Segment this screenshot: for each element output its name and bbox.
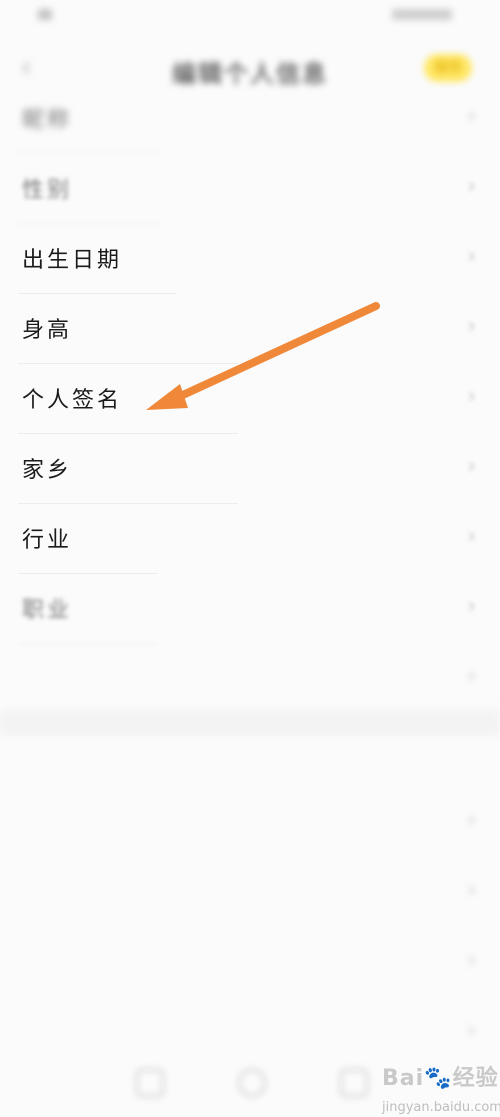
chevron-right-icon: › bbox=[467, 454, 476, 479]
row-birthday[interactable]: 出生日期 › bbox=[0, 224, 500, 294]
chevron-right-icon: › bbox=[467, 104, 476, 129]
chevron-right-icon: › bbox=[467, 244, 476, 269]
nav-back-icon[interactable] bbox=[136, 1069, 164, 1097]
chevron-right-icon: › bbox=[467, 878, 476, 903]
row-label: 个人签名 bbox=[22, 388, 123, 413]
nav-recent-icon[interactable] bbox=[340, 1069, 368, 1097]
row-secondary[interactable]: › bbox=[0, 788, 500, 858]
chevron-right-icon: › bbox=[467, 1018, 476, 1043]
status-left bbox=[38, 9, 58, 20]
chevron-right-icon: › bbox=[467, 948, 476, 973]
row-signature[interactable]: 个人签名 › bbox=[0, 364, 500, 434]
chevron-right-icon: › bbox=[467, 594, 476, 619]
chevron-right-icon: › bbox=[467, 174, 476, 199]
watermark-sub: jingyan.baidu.com bbox=[382, 1100, 500, 1115]
row-label: 出生日期 bbox=[22, 248, 123, 273]
row-nickname[interactable]: 昵称 › bbox=[0, 84, 500, 154]
row-label: 行业 bbox=[22, 528, 73, 553]
row-label: 家乡 bbox=[22, 458, 73, 483]
row-secondary[interactable]: › bbox=[0, 858, 500, 928]
row-industry[interactable]: 行业 › bbox=[0, 504, 500, 574]
nav-home-icon[interactable] bbox=[238, 1069, 266, 1097]
signal-icon bbox=[38, 9, 52, 20]
row-label: 职业 bbox=[22, 598, 73, 623]
row-extra[interactable]: › bbox=[0, 644, 500, 714]
baidu-watermark: Bai🐾经验 jingyan.baidu.com bbox=[382, 1060, 500, 1117]
section-divider bbox=[0, 710, 500, 736]
chevron-right-icon: › bbox=[467, 384, 476, 409]
save-button[interactable]: 保存 bbox=[424, 54, 472, 82]
row-occupation[interactable]: 职业 › bbox=[0, 574, 500, 644]
battery-icon bbox=[392, 9, 452, 20]
row-height[interactable]: 身高 › bbox=[0, 294, 500, 364]
chevron-right-icon: › bbox=[467, 664, 476, 689]
row-hometown[interactable]: 家乡 › bbox=[0, 434, 500, 504]
watermark-suffix: 经验 bbox=[452, 1066, 499, 1091]
chevron-right-icon: › bbox=[467, 808, 476, 833]
paw-icon: 🐾 bbox=[424, 1066, 453, 1091]
row-label: 性别 bbox=[22, 178, 73, 203]
row-label: 昵称 bbox=[22, 108, 73, 133]
row-gender[interactable]: 性别 › bbox=[0, 154, 500, 224]
chevron-right-icon: › bbox=[467, 314, 476, 339]
chevron-right-icon: › bbox=[467, 524, 476, 549]
status-bar bbox=[0, 0, 500, 36]
status-right bbox=[392, 9, 458, 20]
row-secondary[interactable]: › bbox=[0, 928, 500, 998]
row-label: 身高 bbox=[22, 318, 73, 343]
watermark-brand: Bai bbox=[382, 1066, 425, 1091]
